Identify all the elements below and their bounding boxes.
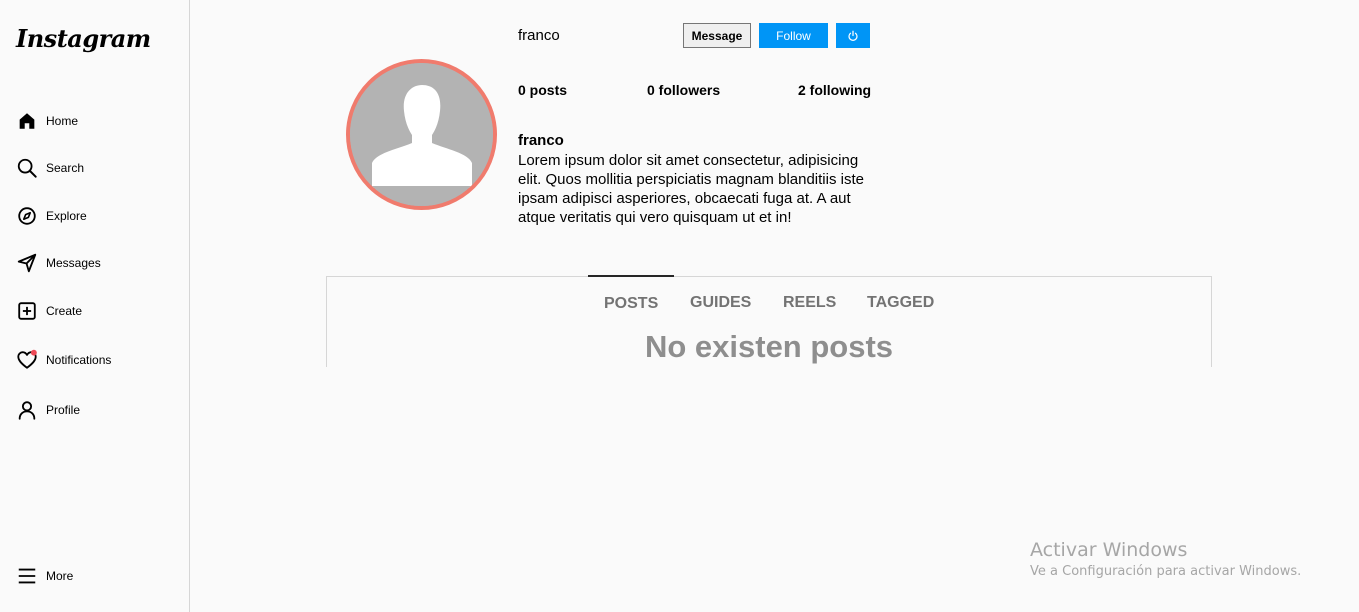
profile-username: franco — [518, 27, 560, 44]
bio-text: Lorem ipsum dolor sit amet consectetur, … — [518, 152, 864, 226]
follow-button[interactable]: Follow — [759, 23, 828, 48]
notification-dot — [30, 349, 37, 356]
power-icon — [848, 30, 858, 41]
bio-name: franco — [518, 132, 564, 149]
sidebar-item-label: Messages — [46, 256, 101, 270]
sidebar-item-label: Search — [46, 161, 85, 175]
tab-guides[interactable]: GUIDES — [690, 294, 751, 312]
sidebar-item-label: Notifications — [46, 353, 112, 367]
avatar[interactable] — [346, 59, 497, 210]
compass-icon — [16, 205, 38, 227]
sidebar-item-label: Explore — [46, 209, 87, 223]
sidebar-item-more[interactable]: More — [16, 563, 73, 589]
sidebar-item-home[interactable]: Home — [16, 108, 78, 134]
sidebar-item-label: More — [46, 569, 74, 583]
sidebar-item-messages[interactable]: Messages — [16, 250, 101, 276]
posts-count: 0 posts — [518, 82, 568, 98]
sidebar-item-notifications[interactable]: Notifications — [16, 347, 111, 373]
instagram-logo[interactable]: Instagram — [16, 24, 151, 53]
followers-count[interactable]: 0 followers — [647, 82, 720, 98]
sidebar-item-label: Create — [46, 304, 83, 318]
heart-icon — [16, 349, 38, 371]
tab-tagged[interactable]: TAGGED — [867, 294, 934, 312]
menu-icon — [16, 565, 38, 587]
sidebar-item-label: Profile — [46, 403, 81, 417]
home-icon — [16, 110, 38, 132]
empty-posts-message: No existen posts — [644, 329, 894, 364]
send-icon — [16, 252, 38, 274]
sidebar: Instagram Home Search Explore Messages C… — [0, 0, 190, 612]
user-icon — [16, 399, 38, 421]
sidebar-item-label: Home — [46, 114, 79, 128]
windows-activation-title: Activar Windows — [1030, 539, 1188, 561]
active-tab-indicator — [588, 275, 674, 277]
windows-activation-subtitle: Ve a Configuración para activar Windows. — [1030, 564, 1302, 579]
search-icon — [16, 157, 38, 179]
tab-posts[interactable]: POSTS — [604, 295, 658, 313]
sidebar-item-explore[interactable]: Explore — [16, 203, 87, 229]
following-count[interactable]: 2 following — [798, 82, 871, 98]
sidebar-item-profile[interactable]: Profile — [16, 397, 80, 423]
plus-square-icon — [16, 300, 38, 322]
logout-button[interactable] — [836, 23, 870, 48]
tab-reels[interactable]: REELS — [783, 294, 836, 312]
default-user-silhouette-icon — [350, 63, 493, 206]
sidebar-item-create[interactable]: Create — [16, 298, 82, 324]
sidebar-item-search[interactable]: Search — [16, 155, 84, 181]
message-button[interactable]: Message — [683, 23, 751, 48]
